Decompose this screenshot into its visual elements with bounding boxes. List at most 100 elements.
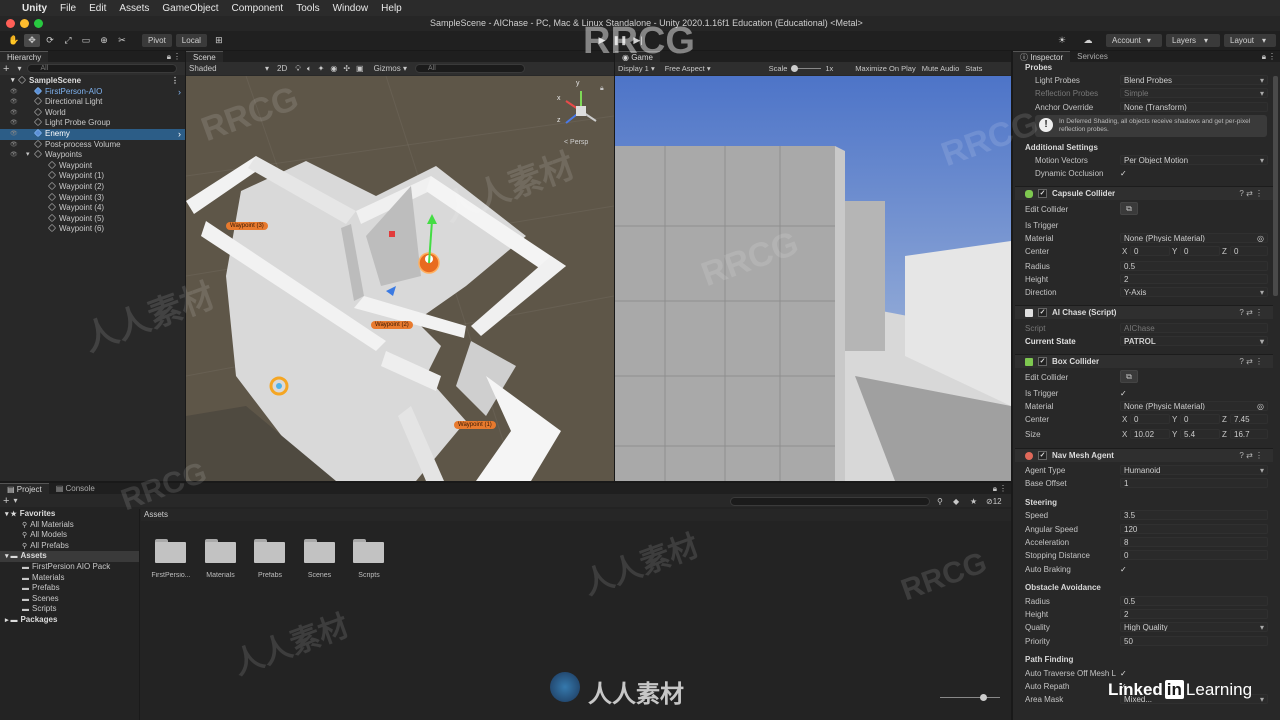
nav-agent-enabled-checkbox[interactable]: ✓ [1038, 451, 1047, 460]
visibility-icon[interactable]: 👁︎ [10, 140, 18, 151]
speed-field[interactable]: 3.5 [1120, 510, 1268, 520]
hierarchy-item[interactable]: Waypoint (4) [0, 202, 185, 214]
box-center-x-field[interactable]: 0 [1130, 414, 1170, 424]
dynamic-occlusion-checkbox[interactable]: ✓ [1120, 169, 1129, 178]
aspect-dropdown[interactable]: Free Aspect ▾ [665, 64, 711, 73]
gizmo-x-handle[interactable] [389, 231, 395, 237]
capsule-collider-header[interactable]: ✓ Capsule Collider ? ⇄ ⋮ [1015, 186, 1273, 200]
scene-viewport[interactable] [186, 76, 614, 481]
menu-assets[interactable]: Assets [119, 3, 149, 14]
transform-tool-icon[interactable]: ⊕ [96, 34, 112, 47]
hierarchy-item[interactable]: Waypoint (3) [0, 192, 185, 204]
nav-mesh-agent-header[interactable]: ✓ Nav Mesh Agent ? ⇄ ⋮ [1015, 448, 1273, 462]
box-center-z-field[interactable]: 7.45 [1230, 414, 1268, 424]
quality-dropdown[interactable]: High Quality [1120, 622, 1268, 632]
project-tree-item[interactable]: ▬ Scenes [0, 594, 139, 605]
help-icon[interactable]: ? [1239, 451, 1243, 460]
tab-inspector[interactable]: ⓘ Inspector [1013, 51, 1071, 62]
menu-file[interactable]: File [60, 3, 76, 14]
edit-collider-button[interactable]: ⧉ [1120, 202, 1138, 215]
lighting-icon[interactable]: 💡︎ [295, 64, 301, 74]
rect-tool-icon[interactable]: ▭ [78, 34, 94, 47]
capsule-collider-enabled-checkbox[interactable]: ✓ [1038, 189, 1047, 198]
current-state-dropdown[interactable]: PATROL [1120, 336, 1268, 346]
pivot-toggle[interactable]: Pivot [142, 34, 172, 47]
tab-services[interactable]: Services [1070, 51, 1115, 62]
hidden-objects-icon[interactable]: ◉ [330, 64, 337, 73]
chevron-down-icon[interactable]: ▾ [26, 150, 30, 161]
box-collider-enabled-checkbox[interactable]: ✓ [1038, 357, 1047, 366]
grid-snap-icon[interactable]: ⊞ [211, 34, 227, 47]
cloud-icon[interactable]: ☁ [1080, 34, 1096, 47]
icon-size-slider[interactable] [940, 694, 1000, 701]
asset-folder[interactable] [353, 539, 384, 563]
help-icon[interactable]: ? [1239, 189, 1243, 198]
height-field[interactable]: 2 [1120, 274, 1268, 284]
tab-scene[interactable]: Scene [186, 51, 223, 62]
tab-console[interactable]: ▤ Console [48, 483, 102, 494]
asset-folder[interactable] [204, 539, 236, 563]
direction-dropdown[interactable]: Y-Axis [1120, 287, 1268, 297]
custom-tool-icon[interactable]: ✂ [114, 34, 130, 47]
preset-icon[interactable]: ⇄ [1246, 451, 1253, 460]
box-center-y-field[interactable]: 0 [1180, 414, 1220, 424]
pause-icon[interactable]: ❚❚ [612, 34, 628, 47]
auto-traverse-checkbox[interactable]: ✓ [1120, 669, 1129, 678]
priority-field[interactable]: 50 [1120, 636, 1268, 646]
hierarchy-item[interactable]: 👁︎ World [0, 107, 185, 119]
scale-slider[interactable] [791, 65, 822, 72]
hierarchy-item[interactable]: Waypoint (6) [0, 224, 185, 235]
project-search-input[interactable] [730, 497, 930, 506]
component-menu-icon[interactable]: ⋮ [1255, 308, 1263, 317]
anchor-override-field[interactable]: None (Transform) [1120, 102, 1268, 112]
reflection-probes-dropdown[interactable]: Simple [1120, 88, 1268, 98]
waypoint-label[interactable]: Waypoint (1) [454, 421, 496, 429]
hierarchy-item[interactable]: 👁︎ Post-process Volume [0, 139, 185, 151]
chevron-right-icon[interactable]: › [178, 87, 181, 98]
zoom-window-icon[interactable] [34, 19, 43, 28]
visibility-icon[interactable]: 👁︎ [10, 87, 18, 98]
stopping-distance-field[interactable]: 0 [1120, 550, 1268, 560]
step-icon[interactable]: ▶| [630, 34, 646, 47]
shading-dropdown[interactable]: Shaded ▾ [189, 64, 269, 74]
project-tree-item[interactable]: ▸ ▬ Packages [0, 615, 139, 626]
scene-search-input[interactable]: All [414, 64, 525, 73]
visibility-icon[interactable]: 👁︎ [10, 129, 18, 140]
project-tree-item[interactable]: ▬ Prefabs [0, 583, 139, 594]
collab-icon[interactable]: ☀ [1054, 34, 1070, 47]
box-collider-header[interactable]: ✓ Box Collider ? ⇄ ⋮ [1015, 354, 1273, 368]
play-icon[interactable]: ▶ [594, 34, 610, 47]
motion-vectors-dropdown[interactable]: Per Object Motion [1120, 155, 1268, 165]
obstacle-radius-field[interactable]: 0.5 [1120, 596, 1268, 606]
stats-toggle[interactable]: Stats [965, 64, 982, 73]
base-offset-field[interactable]: 1 [1120, 478, 1268, 488]
menu-app[interactable]: Unity [22, 3, 47, 14]
gizmos-dropdown[interactable]: Gizmos ▾ [374, 64, 407, 73]
obstacle-height-field[interactable]: 2 [1120, 609, 1268, 619]
project-tree-item[interactable]: ⚲ All Materials [0, 520, 139, 531]
ai-chase-header[interactable]: ✓ AI Chase (Script) ? ⇄ ⋮ [1015, 305, 1273, 319]
hierarchy-item[interactable]: Waypoint [0, 160, 185, 172]
effects-icon[interactable]: ✦ [318, 64, 325, 73]
visibility-icon[interactable]: 👁︎ [10, 97, 18, 108]
help-icon[interactable]: ? [1239, 357, 1243, 366]
menu-gameobject[interactable]: GameObject [162, 3, 218, 14]
preset-icon[interactable]: ⇄ [1246, 357, 1253, 366]
agent-type-dropdown[interactable]: Humanoid [1120, 465, 1268, 475]
search-by-label-icon[interactable]: ◆ [953, 497, 959, 506]
panel-menu-icon[interactable]: ⋮ [1268, 52, 1276, 61]
panel-menu-icon[interactable]: ⋮ [173, 52, 181, 61]
box-size-x-field[interactable]: 10.02 [1130, 429, 1170, 439]
lock-view-icon[interactable]: 🔒︎ [600, 85, 604, 93]
scale-slider-handle[interactable] [791, 65, 799, 72]
asset-folder[interactable] [254, 539, 285, 563]
persp-label[interactable]: < Persp [564, 139, 588, 146]
center-y-field[interactable]: 0 [1180, 246, 1220, 256]
menu-help[interactable]: Help [381, 3, 402, 14]
hierarchy-item[interactable]: 👁︎ Light Probe Group [0, 118, 185, 129]
box-is-trigger-checkbox[interactable]: ✓ [1120, 389, 1129, 398]
panel-menu-icon[interactable]: ⋮ [999, 484, 1007, 493]
rotate-tool-icon[interactable]: ⟳ [42, 34, 58, 47]
hierarchy-item[interactable]: 👁︎ FirstPerson-AIO › [0, 86, 185, 98]
icon-size-slider-handle[interactable] [980, 694, 987, 701]
